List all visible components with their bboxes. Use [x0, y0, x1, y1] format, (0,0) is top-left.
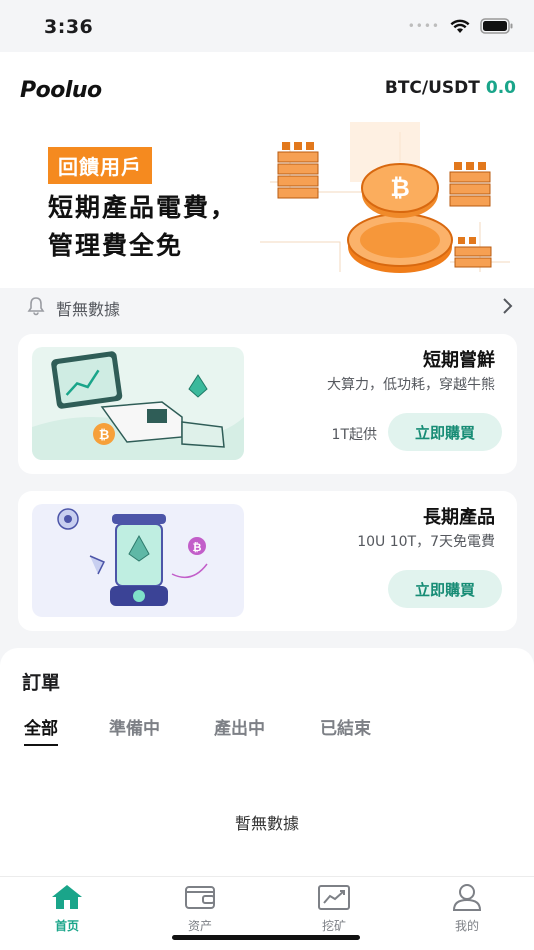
- tab-assets-label: 资产: [187, 919, 212, 933]
- home-icon: [52, 885, 82, 909]
- tab-mining[interactable]: 挖矿: [294, 883, 374, 934]
- product-card-short-term[interactable]: ₿ 短期嘗鮮 大算力，低功耗，穿越牛熊 1T起供 立即購買: [18, 334, 517, 474]
- notice-text: 暫無數據: [56, 300, 121, 319]
- bitcoin-mining-illustration: ₿: [250, 122, 516, 280]
- chart-icon: [318, 885, 350, 910]
- ticker-price: 0.0: [485, 78, 516, 98]
- product-title: 長期產品: [423, 507, 495, 528]
- signal-icon: ••••: [407, 19, 440, 33]
- tab-mining-label: 挖矿: [321, 919, 346, 933]
- product-illustration-long-term: ₿: [32, 504, 244, 617]
- orders-title: 訂單: [22, 672, 61, 694]
- tab-preparing[interactable]: 準備中: [109, 714, 160, 739]
- notice-bar[interactable]: 暫無數據: [0, 288, 534, 324]
- user-icon: [452, 884, 482, 911]
- tab-ended[interactable]: 已結束: [320, 714, 371, 739]
- banner-headline-2: 管理費全免: [48, 231, 184, 260]
- banner-tag: 回饋用戶: [48, 147, 152, 184]
- header-section: Pooluo BTC/USDT 0.0 回饋用戶 短期產品電費， 管理費全免 ₿: [0, 52, 534, 302]
- bell-icon: [27, 297, 45, 316]
- tab-producing[interactable]: 產出中: [214, 714, 265, 739]
- ticker-pair: BTC/USDT: [384, 78, 480, 98]
- svg-text:₿: ₿: [193, 541, 202, 554]
- app-logo: Pooluo: [20, 78, 102, 103]
- product-illustration-short-term: ₿: [32, 347, 244, 460]
- orders-empty-text: 暫無數據: [234, 814, 299, 833]
- tab-profile-label: 我的: [454, 919, 479, 933]
- product-title: 短期嘗鮮: [423, 350, 495, 371]
- status-time: 3:36: [44, 16, 94, 38]
- battery-icon: [480, 18, 513, 34]
- buy-now-button[interactable]: 立即購買: [388, 413, 502, 451]
- ticker[interactable]: BTC/USDT 0.0: [385, 78, 516, 98]
- orders-tabs: 全部 準備中 產出中 已結束: [0, 714, 534, 748]
- status-bar: 3:36 ••••: [0, 0, 534, 52]
- product-card-long-term[interactable]: ₿ 長期產品 10U 10T，7天免電費 立即購買: [18, 491, 517, 631]
- product-min-supply: 1T起供: [331, 427, 377, 443]
- tab-assets[interactable]: 资产: [160, 883, 240, 934]
- product-desc: 大算力，低功耗，穿越牛熊: [327, 377, 495, 393]
- svg-text:₿: ₿: [390, 174, 410, 202]
- wallet-icon: [185, 886, 215, 909]
- svg-text:₿: ₿: [99, 428, 110, 443]
- buy-now-button[interactable]: 立即購買: [388, 570, 502, 608]
- wifi-icon: [450, 19, 470, 33]
- orders-section: 訂單 全部 準備中 產出中 已結束 暫無數據: [0, 648, 534, 876]
- tab-all[interactable]: 全部: [24, 714, 58, 746]
- chevron-right-icon: [503, 298, 513, 314]
- product-desc: 10U 10T，7天免電費: [357, 534, 495, 550]
- banner-headline-1: 短期產品電費，: [48, 193, 238, 222]
- status-icons: ••••: [408, 18, 514, 34]
- tab-home[interactable]: 首页: [27, 883, 107, 934]
- tab-home-label: 首页: [54, 919, 79, 933]
- tab-profile[interactable]: 我的: [427, 883, 507, 934]
- home-indicator[interactable]: [172, 935, 360, 940]
